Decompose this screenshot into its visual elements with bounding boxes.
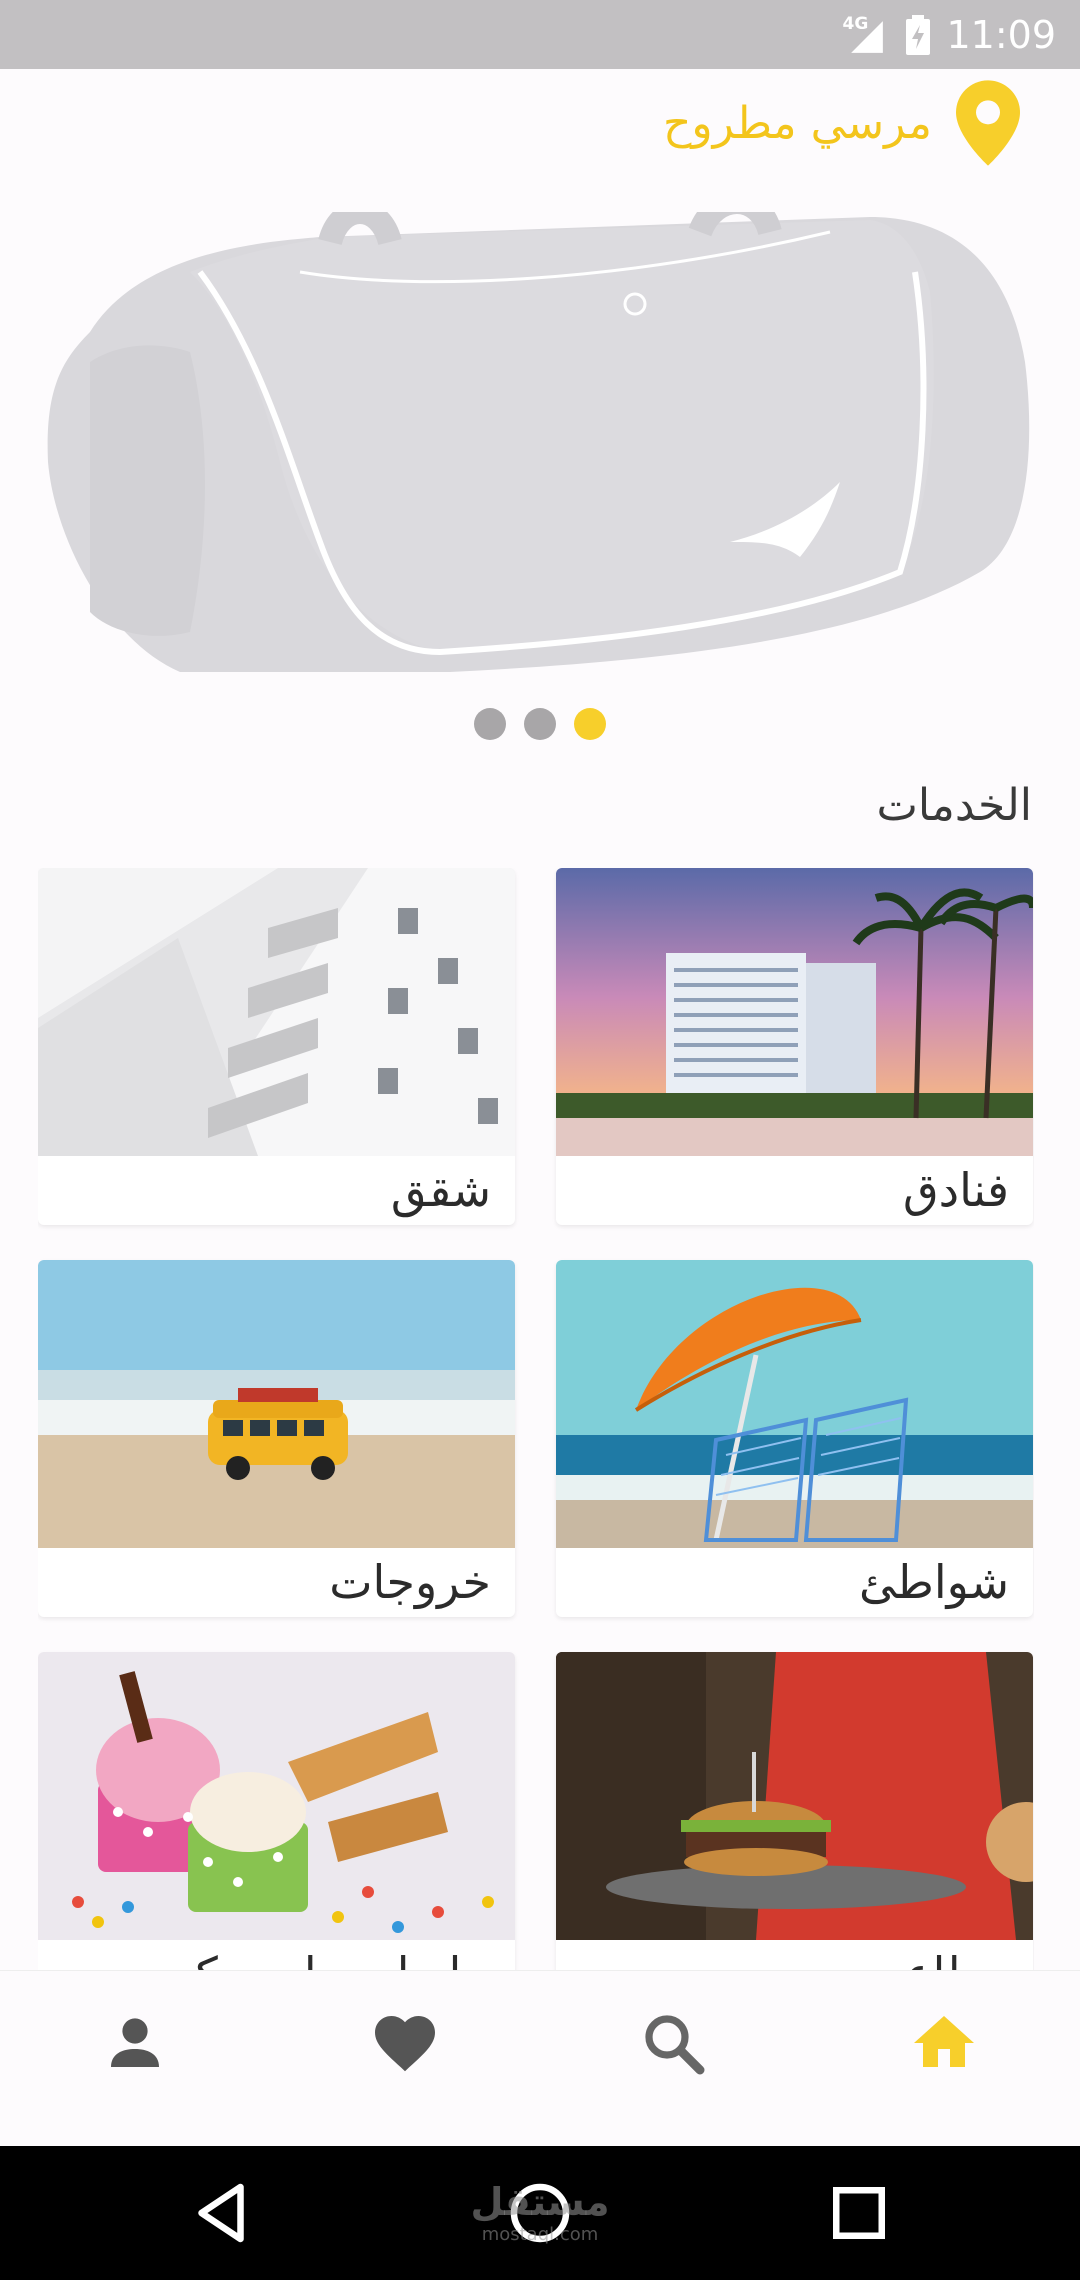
system-nav-bar: مستقل mostaql.com [0, 2146, 1080, 2280]
home-icon [914, 2016, 974, 2067]
outings-image [38, 1260, 515, 1548]
nav-favorites[interactable] [365, 2003, 445, 2083]
search-icon [645, 2015, 705, 2075]
services-title: الخدمات [876, 780, 1032, 831]
service-label: شقق [390, 1163, 491, 1217]
watermark: مستقل [470, 2180, 610, 2224]
location-pin-icon [956, 80, 1020, 166]
battery-charging-icon [906, 14, 931, 55]
carousel-dot[interactable] [474, 708, 506, 740]
service-card-apartments[interactable]: شقق [38, 868, 515, 1225]
service-card-restaurants[interactable]: مطاعم [556, 1652, 1033, 1970]
sweets-image [38, 1652, 515, 1940]
clock: 11:09 [946, 12, 1056, 57]
beaches-image [556, 1260, 1033, 1548]
service-card-outings[interactable]: خروجات [38, 1260, 515, 1617]
service-label: فنادق [902, 1163, 1009, 1217]
location-selector[interactable]: مرسي مطروح [663, 78, 1020, 168]
heart-icon [375, 2016, 435, 2072]
nav-profile[interactable] [95, 2003, 175, 2083]
services-grid: فنادق شقق شواطئ خروجات [38, 868, 1034, 1970]
carousel-dot[interactable] [524, 708, 556, 740]
nav-home[interactable] [904, 2003, 984, 2083]
carousel-dot-active[interactable] [574, 708, 606, 740]
service-card-sweets[interactable]: حلويات وايس كريم [38, 1652, 515, 1970]
nav-search[interactable] [633, 2003, 713, 2083]
watermark-sub: mostaql.com [481, 2224, 599, 2245]
service-card-hotels[interactable]: فنادق [556, 868, 1033, 1225]
apartments-image [38, 868, 515, 1156]
status-bar: 4G 11:09 [0, 0, 1080, 69]
banner-bag-image [0, 212, 1080, 672]
service-label: شواطئ [858, 1555, 1009, 1609]
banner-carousel[interactable] [0, 212, 1080, 672]
bottom-nav [0, 1970, 1080, 2146]
signal-icon [851, 21, 884, 53]
restaurants-image [556, 1652, 1033, 1940]
hotels-image [556, 868, 1033, 1156]
carousel-indicator [0, 708, 1080, 740]
service-label: خروجات [329, 1555, 491, 1609]
service-label: مطاعم [875, 1940, 1009, 1970]
service-card-beaches[interactable]: شواطئ [556, 1260, 1033, 1617]
service-label: حلويات وايس كريم [127, 1940, 491, 1970]
person-icon [111, 2018, 159, 2067]
location-name: مرسي مطروح [663, 97, 932, 149]
